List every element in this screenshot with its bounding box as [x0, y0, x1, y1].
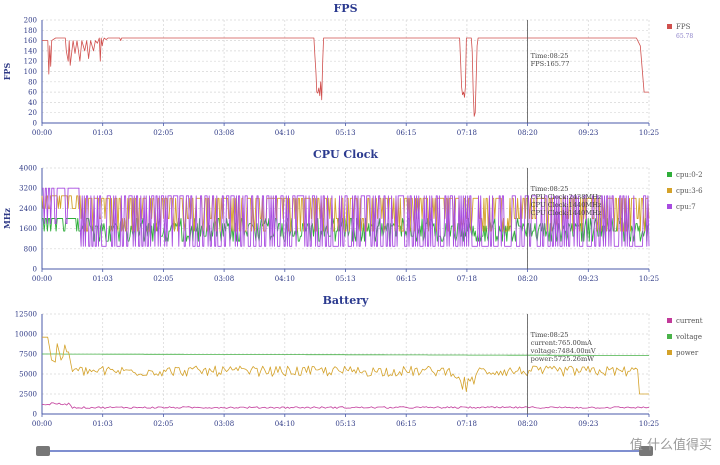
y-tick-battery-4: 10000 — [15, 331, 37, 339]
legend-label-battery-2: power — [676, 349, 699, 357]
legend-swatch-cpu-0 — [667, 172, 672, 177]
x-tick-battery-7: 07:18 — [457, 420, 477, 428]
y-tick-fps-5: 100 — [24, 68, 37, 76]
x-tick-battery-0: 00:00 — [32, 420, 52, 428]
tooltip-line-cpu-0: Time:08:25 — [531, 185, 569, 193]
y-tick-battery-3: 7500 — [19, 351, 37, 359]
legend-sublabel-fps-0: 65.78 — [676, 33, 693, 40]
legend-swatch-cpu-2 — [667, 204, 672, 209]
y-tick-fps-3: 60 — [28, 89, 37, 97]
legend-swatch-battery-2 — [667, 350, 672, 355]
y-tick-cpu-0: 0 — [33, 266, 37, 274]
x-tick-battery-5: 05:13 — [335, 420, 355, 428]
legend-swatch-cpu-1 — [667, 188, 672, 193]
x-tick-fps-3: 03:08 — [214, 129, 234, 137]
range-slider-handle-left[interactable] — [36, 446, 50, 456]
y-tick-fps-8: 160 — [24, 37, 37, 45]
panel-title-cpu: CPU Clock — [313, 148, 378, 161]
panel-title-fps: FPS — [333, 2, 357, 15]
charts-svg: FPSFPS02040608010012014016018020000:00 01… — [2, 2, 703, 456]
tooltip-line-battery-3: power:5725.26mW — [531, 355, 595, 363]
y-axis-label-fps: FPS — [2, 63, 12, 81]
legend-label-battery-1: voltage — [675, 333, 702, 341]
x-tick-cpu-2: 02:05 — [153, 275, 173, 283]
y-tick-fps-4: 80 — [28, 78, 37, 86]
tooltip-line-cpu-3: CPU Clock:1440MHz — [531, 209, 602, 217]
x-tick-battery-10: 10:25 — [639, 420, 659, 428]
y-tick-cpu-2: 1600 — [19, 225, 37, 233]
legend-swatch-fps-0 — [667, 24, 672, 29]
y-tick-battery-1: 2500 — [19, 391, 37, 399]
tooltip-line-fps-0: Time:08:25 — [531, 52, 569, 60]
legend-swatch-battery-0 — [667, 318, 672, 323]
x-tick-fps-1: 01:03 — [93, 129, 113, 137]
x-tick-battery-4: 04:10 — [275, 420, 295, 428]
x-tick-fps-5: 05:13 — [335, 129, 355, 137]
y-tick-cpu-5: 4000 — [19, 165, 37, 173]
x-tick-fps-4: 04:10 — [275, 129, 295, 137]
panel-title-battery: Battery — [323, 294, 369, 307]
y-tick-battery-0: 0 — [33, 411, 37, 419]
x-tick-battery-6: 06:15 — [396, 420, 416, 428]
legend-swatch-battery-1 — [667, 334, 672, 339]
x-tick-cpu-5: 05:13 — [335, 275, 355, 283]
x-tick-cpu-9: 09:23 — [578, 275, 598, 283]
legend-label-battery-0: current — [676, 317, 703, 325]
x-tick-battery-2: 02:05 — [153, 420, 173, 428]
x-tick-cpu-8: 08:20 — [518, 275, 538, 283]
x-tick-cpu-1: 01:03 — [93, 275, 113, 283]
x-tick-cpu-4: 04:10 — [275, 275, 295, 283]
tooltip-line-battery-2: voltage:7484.00mV — [530, 347, 596, 355]
y-tick-fps-1: 20 — [28, 109, 37, 117]
x-tick-cpu-6: 06:15 — [396, 275, 416, 283]
x-tick-battery-9: 09:23 — [578, 420, 598, 428]
x-tick-fps-10: 10:25 — [639, 129, 659, 137]
y-tick-fps-0: 0 — [33, 120, 37, 128]
y-tick-fps-2: 40 — [28, 99, 37, 107]
legend-label-cpu-1: cpu:3-6 — [676, 187, 703, 195]
y-tick-battery-5: 12500 — [15, 311, 37, 319]
y-tick-fps-6: 120 — [24, 58, 37, 66]
chart-stage: FPS FPS 0 20 40 60 80 100 120 140 160 180 200 00:00 01… — [0, 0, 720, 461]
y-axis-label-cpu: MHz — [2, 208, 12, 229]
y-tick-cpu-4: 3200 — [19, 185, 37, 193]
legend-label-cpu-0: cpu:0-2 — [676, 171, 703, 179]
x-tick-cpu-10: 10:25 — [639, 275, 659, 283]
x-tick-fps-0: 00:00 — [32, 129, 52, 137]
y-tick-fps-10: 200 — [24, 17, 37, 25]
watermark: 值 什么值得买 — [629, 438, 712, 453]
x-tick-fps-2: 02:05 — [153, 129, 173, 137]
y-tick-fps-7: 140 — [24, 47, 37, 55]
x-tick-battery-1: 01:03 — [93, 420, 113, 428]
x-tick-cpu-3: 03:08 — [214, 275, 234, 283]
legend-label-cpu-2: cpu:7 — [676, 203, 696, 211]
x-tick-cpu-0: 00:00 — [32, 275, 52, 283]
x-tick-fps-6: 06:15 — [396, 129, 416, 137]
tooltip-line-battery-1: current:765.00mA — [531, 339, 593, 347]
tooltip-line-fps-1: FPS:165.77 — [531, 60, 570, 68]
x-tick-fps-7: 07:18 — [457, 129, 477, 137]
y-tick-fps-9: 180 — [24, 27, 37, 35]
x-tick-cpu-7: 07:18 — [457, 275, 477, 283]
legend-label-fps-0: FPS — [676, 23, 691, 31]
y-tick-battery-2: 5000 — [19, 371, 37, 379]
x-tick-fps-8: 08:20 — [518, 129, 538, 137]
x-tick-fps-9: 09:23 — [578, 129, 598, 137]
x-tick-battery-8: 08:20 — [518, 420, 538, 428]
tooltip-line-battery-0: Time:08:25 — [531, 331, 569, 339]
y-tick-cpu-3: 2400 — [19, 205, 37, 213]
tooltip-line-cpu-2: CPU Clock:1440MHz — [531, 201, 602, 209]
y-tick-cpu-1: 800 — [24, 245, 37, 253]
tooltip-line-cpu-1: CPU Clock:2438MHz — [531, 193, 602, 201]
x-tick-battery-3: 03:08 — [214, 420, 234, 428]
